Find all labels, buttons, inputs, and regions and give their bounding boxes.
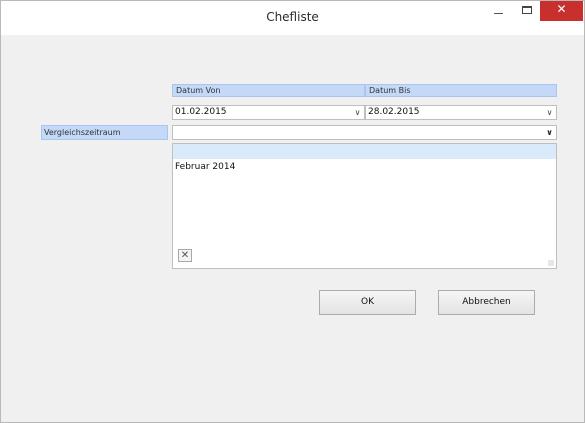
datum-bis-field[interactable]: 28.02.2015 ∨: [365, 105, 557, 120]
resize-grip-icon[interactable]: [548, 260, 554, 266]
datum-von-field[interactable]: 01.02.2015 ∨: [172, 105, 365, 120]
close-icon: ✕: [556, 2, 567, 16]
cancel-button[interactable]: Abbrechen: [438, 290, 535, 315]
ok-button[interactable]: OK: [319, 290, 416, 315]
minimize-icon: [494, 13, 503, 14]
maximize-icon: [522, 6, 532, 14]
datum-bis-header: Datum Bis: [365, 84, 557, 97]
close-button[interactable]: ✕: [540, 1, 583, 21]
maximize-button[interactable]: [515, 1, 539, 21]
title-bar: Chefliste ✕: [1, 1, 584, 35]
vergleichszeitraum-dropdown-list: Februar 2014 ✕: [172, 143, 557, 269]
minimize-button[interactable]: [486, 1, 512, 21]
chevron-down-icon[interactable]: ∨: [543, 106, 556, 119]
datum-bis-value: 28.02.2015: [368, 107, 420, 117]
close-icon: ✕: [180, 250, 190, 261]
list-item[interactable]: Februar 2014: [175, 162, 235, 172]
datum-von-header: Datum Von: [172, 84, 365, 97]
chevron-down-icon[interactable]: ∨: [543, 126, 556, 139]
list-header: [173, 144, 556, 159]
vergleichszeitraum-label: Vergleichszeitraum: [41, 125, 168, 140]
vergleichszeitraum-select[interactable]: ∨: [172, 125, 557, 140]
dialog-window: Chefliste ✕ Datum Von 01.02.2015 ∨ Datum…: [0, 0, 585, 423]
datum-von-value: 01.02.2015: [175, 107, 227, 117]
clear-button[interactable]: ✕: [178, 249, 192, 262]
chevron-down-icon[interactable]: ∨: [351, 106, 364, 119]
